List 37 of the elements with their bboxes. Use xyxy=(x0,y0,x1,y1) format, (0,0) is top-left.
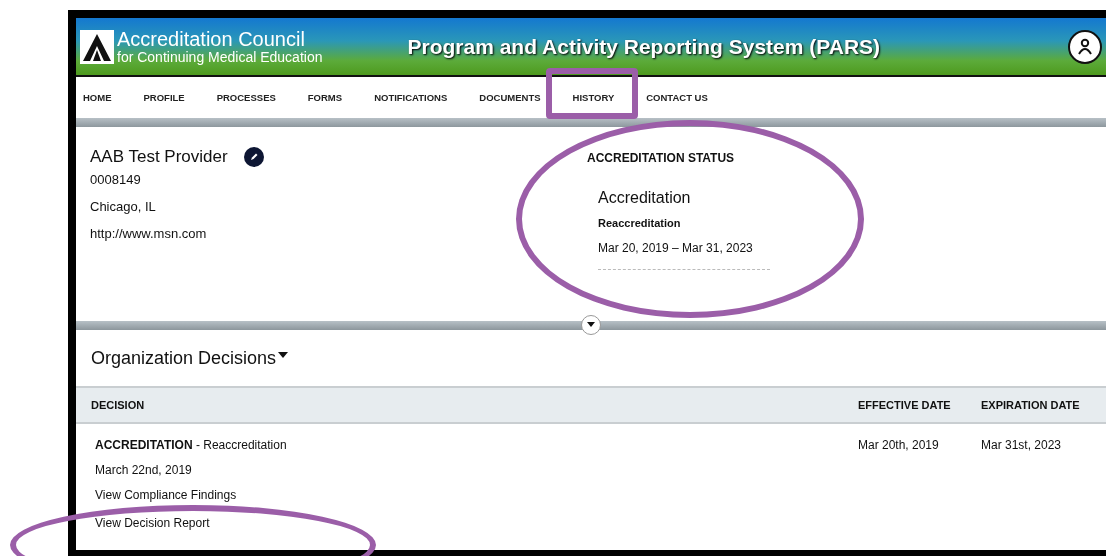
section-dropdown[interactable]: Organization Decisions xyxy=(91,347,289,369)
app-title: Program and Activity Reporting System (PARS) xyxy=(407,34,881,59)
user-avatar-button[interactable] xyxy=(1068,29,1103,64)
nav-link[interactable]: PROCESSES xyxy=(216,92,276,103)
provider-id: 0008149 xyxy=(90,172,142,187)
provider-name: AAB Test Provider xyxy=(90,147,228,167)
logo-subtitle: for Continuing Medical Education xyxy=(117,50,323,64)
status-type: Accreditation xyxy=(598,189,692,207)
nav-link[interactable]: NOTIFICATIONS xyxy=(374,92,448,103)
person-icon xyxy=(1076,37,1095,56)
logo-icon xyxy=(80,29,114,64)
status-subtype: Reaccreditation xyxy=(598,217,682,229)
nav-link[interactable]: HISTORY xyxy=(572,92,615,103)
column-header: EXPIRATION DATE xyxy=(981,399,1081,411)
edit-button[interactable] xyxy=(243,147,264,167)
nav-link[interactable]: DOCUMENTS xyxy=(479,92,541,103)
decision-title: ACCREDITATION - Reaccreditation xyxy=(95,438,288,452)
logo-title: Accreditation Council xyxy=(117,29,306,49)
pencil-icon xyxy=(248,152,259,162)
report-link[interactable]: View Compliance Findings xyxy=(95,488,858,502)
nav-link[interactable]: CONTACT US xyxy=(646,92,708,103)
column-header: EFFECTIVE DATE xyxy=(858,399,952,411)
decision-date: March 22nd, 2019 xyxy=(95,463,193,477)
report-link[interactable]: View Decision Report xyxy=(95,516,858,530)
caret-icon xyxy=(587,322,595,328)
nav-link[interactable]: HOME xyxy=(83,92,112,103)
provider-website: http://www.msn.com xyxy=(90,226,208,241)
provider-location: Chicago, IL xyxy=(90,199,157,214)
column-header: DECISION xyxy=(90,399,146,411)
status-heading: ACCREDITATION STATUS xyxy=(587,151,736,165)
collapse-toggle[interactable] xyxy=(581,315,601,335)
table-cell-text: Mar 31st, 2023 xyxy=(981,438,1063,454)
table-cell-text: Mar 20th, 2019 xyxy=(858,438,940,454)
caret-icon xyxy=(278,352,289,358)
nav-link[interactable]: FORMS xyxy=(307,92,343,103)
nav-link[interactable]: PROFILE xyxy=(143,92,185,103)
status-dates: Mar 20, 2019 – Mar 31, 2023 xyxy=(598,241,770,270)
